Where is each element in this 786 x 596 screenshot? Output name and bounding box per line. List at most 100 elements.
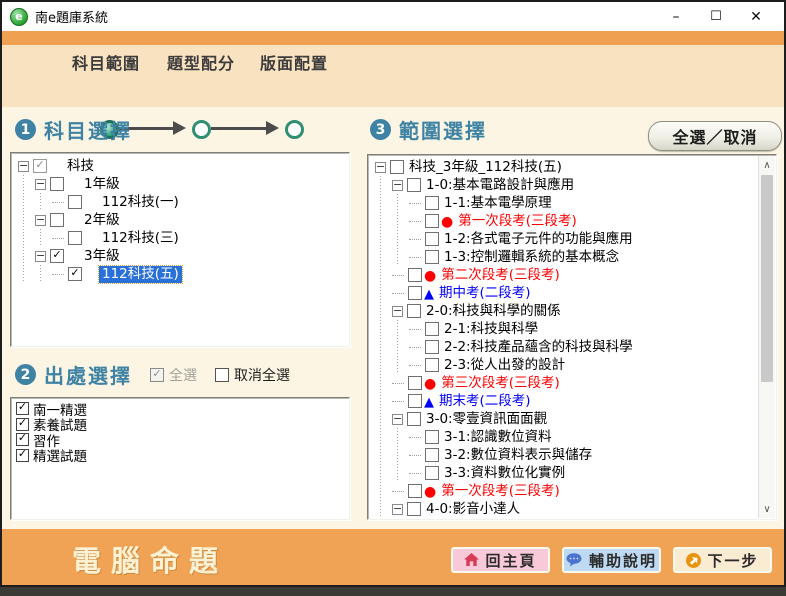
tree-item-label[interactable]: 第三次段考(三段考) xyxy=(438,375,563,392)
tree-item-label[interactable]: 3-1:認識數位資料 xyxy=(441,429,555,446)
tree-item-label[interactable]: 2年級 xyxy=(81,212,123,229)
tree-item-label[interactable]: 112科技(五) xyxy=(99,266,182,283)
checkbox[interactable] xyxy=(407,304,421,318)
checkbox[interactable] xyxy=(407,178,421,192)
tree-item-label[interactable]: 期末考(二段考) xyxy=(436,393,534,410)
scroll-up-icon[interactable]: ∧ xyxy=(759,157,775,173)
checkbox[interactable] xyxy=(408,268,422,282)
tree-item-label[interactable]: 1年級 xyxy=(81,176,123,193)
scrollbar[interactable]: ∧ ∨ xyxy=(758,156,775,518)
maximize-icon[interactable]: ☐ xyxy=(696,4,736,30)
tree-item-label[interactable]: 第一次段考(三段考) xyxy=(438,483,563,500)
tree-row: 3-1:認識數位資料 xyxy=(372,428,774,446)
collapse-toggle-icon[interactable] xyxy=(392,180,403,191)
checkbox[interactable] xyxy=(68,195,82,209)
collapse-toggle-icon[interactable] xyxy=(35,215,46,226)
tree-item-label[interactable]: 112科技(一) xyxy=(99,194,182,211)
collapse-toggle-icon[interactable] xyxy=(392,414,403,425)
deselect-all-checkbox[interactable] xyxy=(215,368,229,382)
tree-item-label[interactable]: 112科技(三) xyxy=(99,230,182,247)
checkbox[interactable] xyxy=(425,358,439,372)
tree-row: 1年級 xyxy=(15,175,347,193)
home-icon xyxy=(464,553,479,567)
tree-connector xyxy=(392,293,404,294)
tree-item-label[interactable]: 2-0:科技與科學的關係 xyxy=(423,303,564,320)
collapse-toggle-icon[interactable] xyxy=(35,251,46,262)
checkbox[interactable] xyxy=(408,484,422,498)
tree-item-label[interactable]: 3-2:數位資料表示與儲存 xyxy=(441,447,595,464)
checkbox[interactable] xyxy=(425,196,439,210)
checkbox[interactable] xyxy=(408,394,422,408)
section2-title: 出處選擇 xyxy=(44,360,132,389)
tree-item-label[interactable]: 科技 xyxy=(64,158,97,175)
select-all-checkbox[interactable] xyxy=(150,368,164,382)
checkbox[interactable] xyxy=(33,159,47,173)
tree-row: 3年級 xyxy=(15,247,347,265)
tree-item-label[interactable]: 2-1:科技與科學 xyxy=(441,321,541,338)
checkbox[interactable] xyxy=(68,267,82,281)
scrollbar-thumb[interactable] xyxy=(761,175,773,382)
checkbox[interactable] xyxy=(425,250,439,264)
step-circle-3[interactable] xyxy=(285,120,304,139)
exam-dot-icon xyxy=(441,213,453,229)
tree-connector xyxy=(409,239,421,240)
checkbox[interactable] xyxy=(16,402,29,415)
checkbox[interactable] xyxy=(407,412,421,426)
checkbox[interactable] xyxy=(408,286,422,300)
tree-guide-line xyxy=(389,320,406,338)
select-all-group: 全選 xyxy=(150,365,197,385)
collapse-toggle-icon[interactable] xyxy=(18,161,29,172)
tree-guide-line xyxy=(372,392,389,410)
step-circle-2[interactable] xyxy=(192,120,211,139)
help-button[interactable]: 輔助說明 xyxy=(562,547,661,573)
tree-item-label[interactable]: 第二次段考(三段考) xyxy=(438,267,563,284)
checkbox[interactable] xyxy=(68,231,82,245)
tree-item-label[interactable]: 3-3:資料數位化實例 xyxy=(441,465,568,482)
tree-item-label[interactable]: 2-2:科技產品蘊含的科技與科學 xyxy=(441,339,636,356)
checkbox[interactable] xyxy=(425,322,439,336)
checkbox[interactable] xyxy=(425,430,439,444)
checkbox[interactable] xyxy=(425,214,439,228)
checkbox[interactable] xyxy=(50,177,64,191)
tree-item-label[interactable]: 1-0:基本電路設計與應用 xyxy=(423,177,577,194)
checkbox[interactable] xyxy=(16,433,29,446)
tree-item-label[interactable]: 1-3:控制邏輯系統的基本概念 xyxy=(441,249,622,266)
home-button[interactable]: 回主頁 xyxy=(451,547,550,573)
tree-item-label[interactable]: 科技_3年級_112科技(五) xyxy=(406,159,565,176)
collapse-toggle-icon[interactable] xyxy=(392,306,403,317)
tree-connector xyxy=(409,437,421,438)
tree-item-label[interactable]: 4-0:影音小達人 xyxy=(423,501,523,518)
checkbox[interactable] xyxy=(390,160,404,174)
collapse-toggle-icon[interactable] xyxy=(375,162,386,173)
close-icon[interactable]: ✕ xyxy=(736,4,776,30)
checkbox[interactable] xyxy=(16,449,29,462)
tree-item-label[interactable]: 2-3:從人出發的設計 xyxy=(441,357,568,374)
checkbox[interactable] xyxy=(425,232,439,246)
checkbox[interactable] xyxy=(408,376,422,390)
tree-item-label[interactable]: 1-1:基本電學原理 xyxy=(441,195,555,212)
tree-item-label[interactable]: 期中考(二段考) xyxy=(436,285,534,302)
checkbox[interactable] xyxy=(425,448,439,462)
source-item-label[interactable]: 精選試題 xyxy=(33,445,87,465)
tree-row: 2-0:科技與科學的關係 xyxy=(372,302,774,320)
select-all-toggle-button[interactable]: 全選／取消 xyxy=(648,121,782,151)
tree-row: 112科技(五) xyxy=(15,265,347,283)
tree-item-label[interactable]: 1-2:各式電子元件的功能與應用 xyxy=(441,231,636,248)
checkbox[interactable] xyxy=(425,466,439,480)
next-step-button[interactable]: 下一步 xyxy=(673,547,772,573)
tree-item-label[interactable]: 第一次段考(三段考) xyxy=(455,213,580,230)
tree-guide-line xyxy=(372,284,389,302)
collapse-toggle-icon[interactable] xyxy=(35,179,46,190)
checkbox[interactable] xyxy=(16,418,29,431)
tree-item-label[interactable]: 3年級 xyxy=(81,248,123,265)
checkbox[interactable] xyxy=(425,340,439,354)
tree-item-label[interactable]: 3-0:零壹資訊面面觀 xyxy=(423,411,550,428)
tree-guide-line xyxy=(372,374,389,392)
collapse-toggle-icon[interactable] xyxy=(392,504,403,515)
minimize-icon[interactable]: – xyxy=(656,4,696,30)
checkbox[interactable] xyxy=(50,213,64,227)
checkbox[interactable] xyxy=(50,249,64,263)
checkbox[interactable] xyxy=(407,502,421,516)
tree-row: 1-0:基本電路設計與應用 xyxy=(372,176,774,194)
scroll-down-icon[interactable]: ∨ xyxy=(759,501,775,517)
